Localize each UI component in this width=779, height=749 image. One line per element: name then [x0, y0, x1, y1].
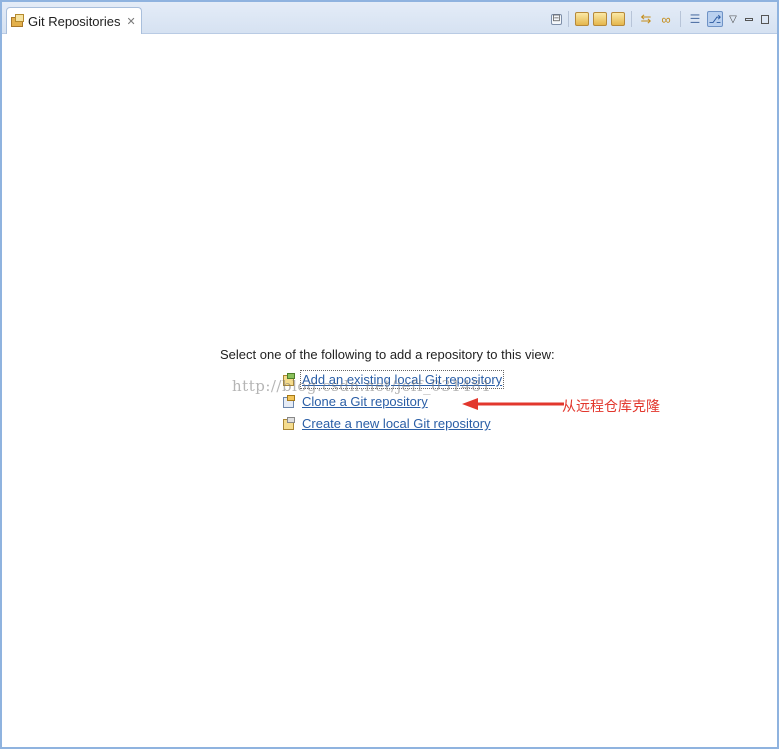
hierarchical-layout-icon[interactable]: ☰: [687, 11, 703, 27]
maximize-icon[interactable]: [759, 11, 771, 27]
link-editor-icon[interactable]: ∞: [658, 11, 674, 27]
view-tab-bar: Git Repositories ✕ ⊟ ⇆ ∞ ☰ ⎇ ▽: [2, 2, 777, 34]
clone-repository-link[interactable]: Clone a Git repository: [302, 394, 428, 409]
add-existing-repository-icon[interactable]: [575, 12, 589, 26]
tab-git-repositories[interactable]: Git Repositories ✕: [6, 7, 142, 34]
git-repositories-icon: [11, 14, 25, 28]
view-menu-icon[interactable]: ▽: [727, 11, 739, 27]
add-existing-repository-link[interactable]: Add an existing local Git repository: [299, 370, 505, 389]
add-existing-repository-icon: [282, 372, 296, 387]
create-repository-link[interactable]: Create a new local Git repository: [302, 416, 491, 431]
clone-repository-row: Clone a Git repository: [282, 394, 428, 409]
create-repository-icon[interactable]: [611, 12, 625, 26]
tab-title: Git Repositories: [28, 13, 121, 29]
view-toolbar: ⊟ ⇆ ∞ ☰ ⎇ ▽: [551, 10, 771, 28]
link-with-selection-icon[interactable]: ⇆: [638, 11, 654, 27]
toolbar-separator: [568, 11, 569, 27]
annotation-arrow-icon: [462, 398, 564, 410]
create-repository-row: Create a new local Git repository: [282, 416, 491, 431]
instruction-text: Select one of the following to add a rep…: [220, 347, 555, 362]
git-repositories-view: Git Repositories ✕ ⊟ ⇆ ∞ ☰ ⎇ ▽ Select on…: [0, 0, 779, 749]
annotation-label: 从远程仓库克隆: [562, 398, 660, 414]
view-content: Select one of the following to add a rep…: [4, 34, 775, 747]
create-repository-icon: [282, 416, 296, 431]
clone-repository-icon: [282, 394, 296, 409]
collapse-all-icon[interactable]: ⊟: [551, 13, 562, 25]
minimize-icon[interactable]: [743, 11, 755, 27]
toolbar-separator: [631, 11, 632, 27]
toolbar-separator: [680, 11, 681, 27]
close-icon[interactable]: ✕: [126, 15, 135, 28]
add-existing-repository-row: Add an existing local Git repository: [282, 370, 505, 389]
clone-repository-icon[interactable]: [593, 12, 607, 26]
branch-view-icon[interactable]: ⎇: [707, 11, 723, 27]
